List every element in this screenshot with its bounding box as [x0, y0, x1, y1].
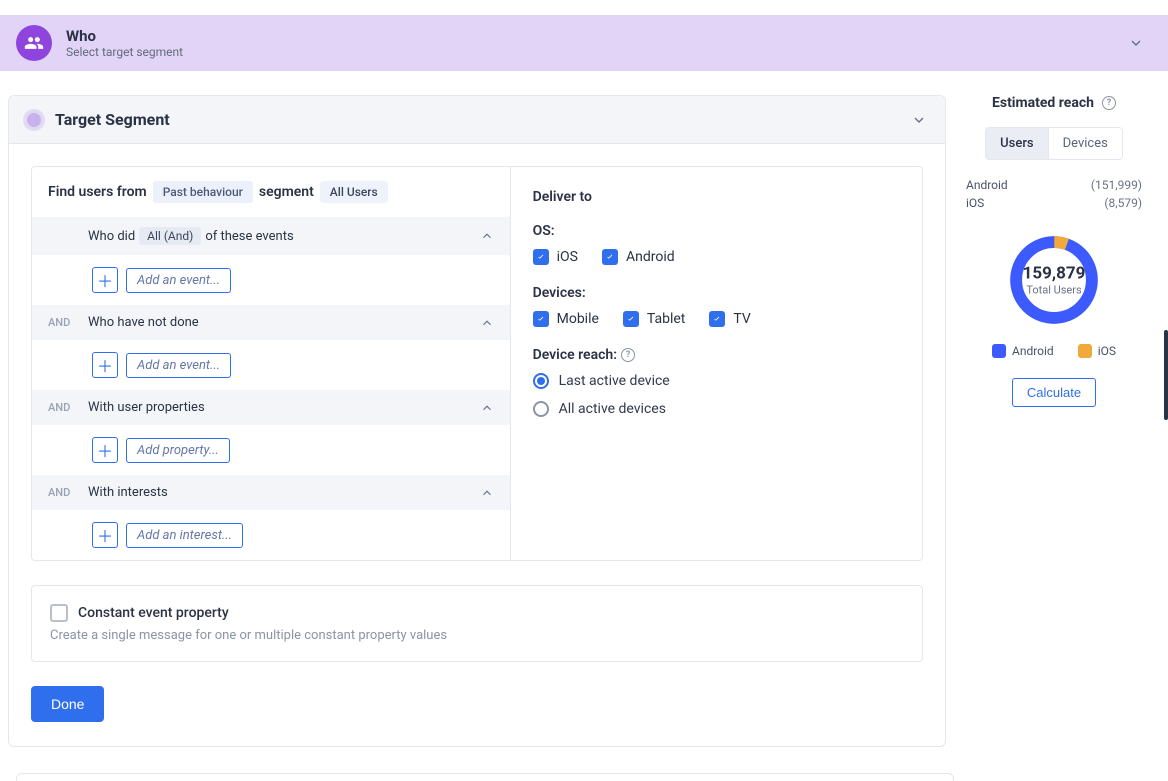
donut-total: 159,879 — [1023, 264, 1086, 284]
add-event-button[interactable]: ＋ — [92, 267, 118, 293]
add-interest-button[interactable]: ＋ — [92, 522, 118, 548]
device-tablet-checkbox[interactable]: Tablet — [623, 311, 685, 327]
and-tag: AND — [48, 486, 76, 499]
reach-title: Estimated reach — [992, 95, 1094, 111]
legend-ios: iOS — [1098, 344, 1116, 358]
estimated-reach-panel: Estimated reach ? Users Devices Android … — [966, 95, 1142, 407]
constant-sub: Create a single message for one or multi… — [50, 628, 904, 643]
users-pill[interactable]: All Users — [320, 181, 388, 203]
chevron-up-icon[interactable] — [480, 486, 494, 500]
tab-users[interactable]: Users — [985, 127, 1047, 160]
reach-label: Device reach: — [533, 347, 617, 363]
help-icon[interactable]: ? — [621, 348, 635, 362]
calculate-button[interactable]: Calculate — [1012, 378, 1096, 407]
and-tag: AND — [48, 316, 76, 329]
deliver-title: Deliver to — [533, 189, 900, 205]
done-button[interactable]: Done — [31, 686, 104, 722]
match-pill[interactable]: All (And) — [139, 227, 201, 245]
next-card-peek — [16, 773, 954, 781]
clause-label: Who have not done — [88, 315, 199, 330]
reach-donut-chart: 159,879 Total Users — [966, 230, 1142, 330]
stat-android-label: Android — [966, 178, 1008, 192]
banner-title: Who — [66, 27, 183, 45]
legend-android: Android — [1012, 344, 1054, 358]
who-banner[interactable]: Who Select target segment — [0, 15, 1168, 71]
add-property-link[interactable]: Add property... — [126, 438, 230, 463]
target-segment-card: Target Segment Find users from Past beha… — [8, 95, 946, 747]
clause-who-did: AND Who did All (And) of these events — [32, 217, 510, 255]
segment-builder: Find users from Past behaviour segment A… — [31, 166, 510, 561]
add-event-button[interactable]: ＋ — [92, 352, 118, 378]
scrollbar[interactable] — [1164, 30, 1168, 550]
radio-all-active[interactable]: All active devices — [533, 401, 900, 417]
device-mobile-checkbox[interactable]: Mobile — [533, 311, 599, 327]
scrollbar-thumb[interactable] — [1164, 330, 1168, 420]
clause-user-props: AND With user properties — [32, 390, 510, 425]
constant-property-card: Constant event property Create a single … — [31, 585, 923, 662]
tab-devices[interactable]: Devices — [1048, 127, 1123, 160]
add-property-button[interactable]: ＋ — [92, 437, 118, 463]
clause-interests: AND With interests — [32, 475, 510, 510]
donut-label: Total Users — [1023, 284, 1086, 297]
radio-last-active[interactable]: Last active device — [533, 373, 900, 389]
clause-prefix: Who did — [88, 229, 135, 244]
chevron-up-icon[interactable] — [480, 229, 494, 243]
chevron-up-icon[interactable] — [480, 401, 494, 415]
os-android-checkbox[interactable]: Android — [602, 249, 675, 265]
add-event-link[interactable]: Add an event... — [126, 353, 231, 378]
device-tv-checkbox[interactable]: TV — [709, 311, 750, 327]
constant-label: Constant event property — [78, 605, 229, 621]
segment-title: Target Segment — [55, 110, 170, 129]
stat-ios-count: (8,579) — [1104, 196, 1142, 210]
banner-subtitle: Select target segment — [66, 45, 183, 59]
os-label: OS: — [533, 223, 900, 239]
behaviour-pill[interactable]: Past behaviour — [153, 181, 253, 203]
help-icon[interactable]: ? — [1102, 96, 1116, 110]
chevron-down-icon[interactable] — [911, 112, 927, 128]
stat-ios-label: iOS — [966, 196, 984, 210]
clause-not-done: AND Who have not done — [32, 305, 510, 340]
constant-checkbox[interactable] — [50, 604, 68, 622]
legend-swatch-android — [992, 344, 1006, 358]
chevron-up-icon[interactable] — [480, 316, 494, 330]
devices-label: Devices: — [533, 285, 900, 301]
people-icon — [16, 25, 52, 61]
find-middle: segment — [259, 184, 314, 200]
pulse-dot-icon — [27, 113, 41, 127]
deliver-panel: Deliver to OS: iOS Android — [510, 166, 923, 561]
find-prefix: Find users from — [48, 184, 147, 200]
os-ios-checkbox[interactable]: iOS — [533, 249, 578, 265]
clause-label: With user properties — [88, 400, 205, 415]
legend-swatch-ios — [1078, 344, 1092, 358]
add-event-link[interactable]: Add an event... — [126, 268, 231, 293]
clause-suffix: of these events — [205, 229, 293, 244]
stat-android-count: (151,999) — [1091, 178, 1142, 192]
clause-label: With interests — [88, 485, 168, 500]
and-tag: AND — [48, 401, 76, 414]
chevron-down-icon[interactable] — [1128, 35, 1144, 51]
add-interest-link[interactable]: Add an interest... — [126, 523, 243, 548]
